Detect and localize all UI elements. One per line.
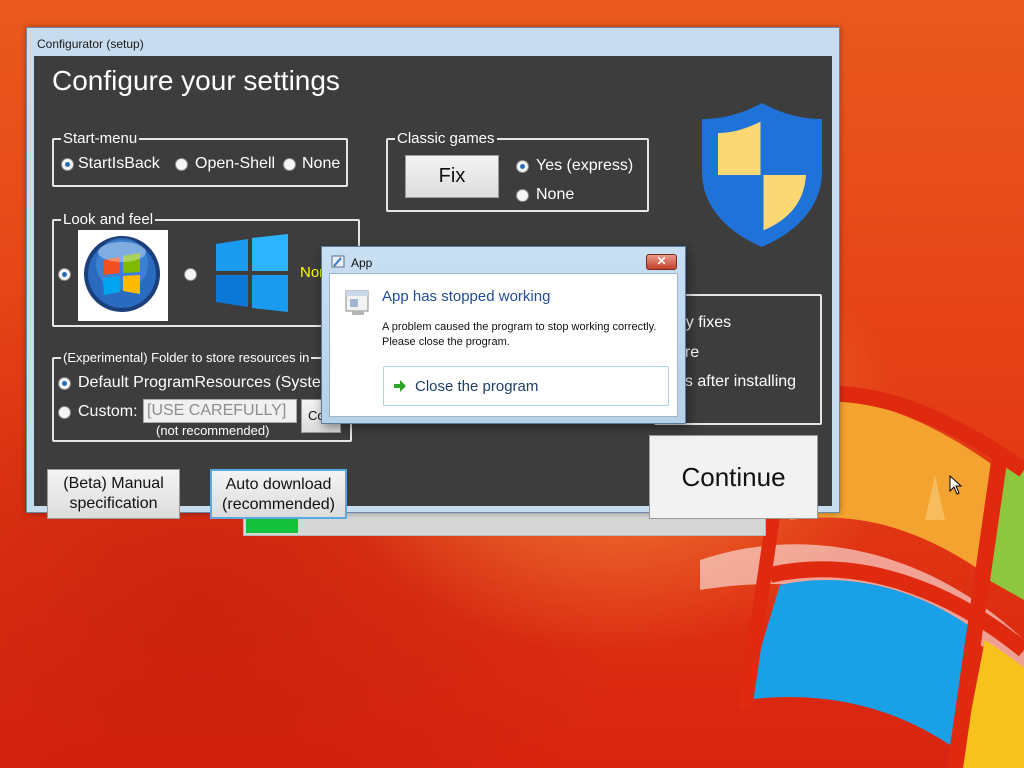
green-arrow-icon: [394, 380, 406, 392]
radio-start-none[interactable]: [283, 158, 296, 171]
window-title: Configurator (setup): [37, 37, 144, 51]
windows7-orb-image: [78, 230, 168, 321]
manual-specification-button[interactable]: (Beta) Manual specification: [47, 469, 180, 519]
classic-games-legend: Classic games: [395, 130, 497, 148]
page-title: Configure your settings: [52, 65, 340, 96]
label-start-none: None: [302, 155, 341, 172]
fix-button[interactable]: Fix: [405, 155, 499, 198]
label-resources-custom: Custom:: [78, 403, 138, 420]
resources-group: (Experimental) Folder to store resources…: [52, 349, 352, 442]
security-shield-icon: [702, 103, 822, 247]
dialog-body: App has stopped working A problem caused…: [329, 273, 678, 417]
custom-folder-input[interactable]: [USE CAREFULLY]: [143, 399, 297, 423]
close-program-label: Close the program: [415, 378, 539, 395]
mouse-cursor-icon: [949, 475, 963, 495]
dialog-close-button[interactable]: ✕: [646, 254, 677, 270]
label-open-shell: Open-Shell: [195, 155, 276, 172]
error-dialog: App ✕ App has stopped working A problem …: [321, 246, 686, 424]
label-games-yes: Yes (express): [536, 157, 634, 174]
dialog-heading: App has stopped working: [382, 288, 551, 305]
radio-resources-custom[interactable]: [58, 406, 71, 419]
auto-download-button[interactable]: Auto download (recommended): [210, 469, 347, 519]
radio-resources-default[interactable]: [58, 377, 71, 390]
radio-open-shell[interactable]: [175, 158, 188, 171]
label-extras-3: es after installing: [676, 373, 797, 390]
radio-games-none[interactable]: [516, 189, 529, 202]
dialog-message: A problem caused the program to stop wor…: [382, 321, 657, 348]
radio-games-yes[interactable]: [516, 160, 529, 173]
program-icon: [345, 290, 369, 315]
dialog-title: App: [351, 256, 373, 270]
continue-button[interactable]: Continue: [649, 435, 818, 519]
close-program-button[interactable]: Close the program: [383, 366, 669, 406]
windows11-logo-icon: [216, 234, 288, 312]
radio-look-win11[interactable]: [184, 268, 197, 281]
classic-games-group: Classic games Fix Yes (express) None: [386, 130, 649, 212]
resources-legend: (Experimental) Folder to store resources…: [61, 349, 312, 367]
custom-folder-note: (not recommended): [156, 423, 270, 438]
start-menu-legend: Start-menu: [61, 130, 140, 148]
windows7-orb-icon: [84, 236, 160, 312]
label-resources-default: Default ProgramResources (Syster: [78, 374, 327, 391]
label-startisback: StartIsBack: [78, 155, 160, 172]
look-and-feel-legend: Look and feel: [61, 211, 156, 229]
look-and-feel-group: Look and feel: [52, 211, 360, 327]
start-menu-group: Start-menu StartIsBack Open-Shell None: [52, 130, 348, 187]
app-icon: [331, 255, 345, 268]
radio-startisback[interactable]: [61, 158, 74, 171]
radio-look-win7[interactable]: [58, 268, 71, 281]
label-games-none: None: [536, 186, 575, 203]
